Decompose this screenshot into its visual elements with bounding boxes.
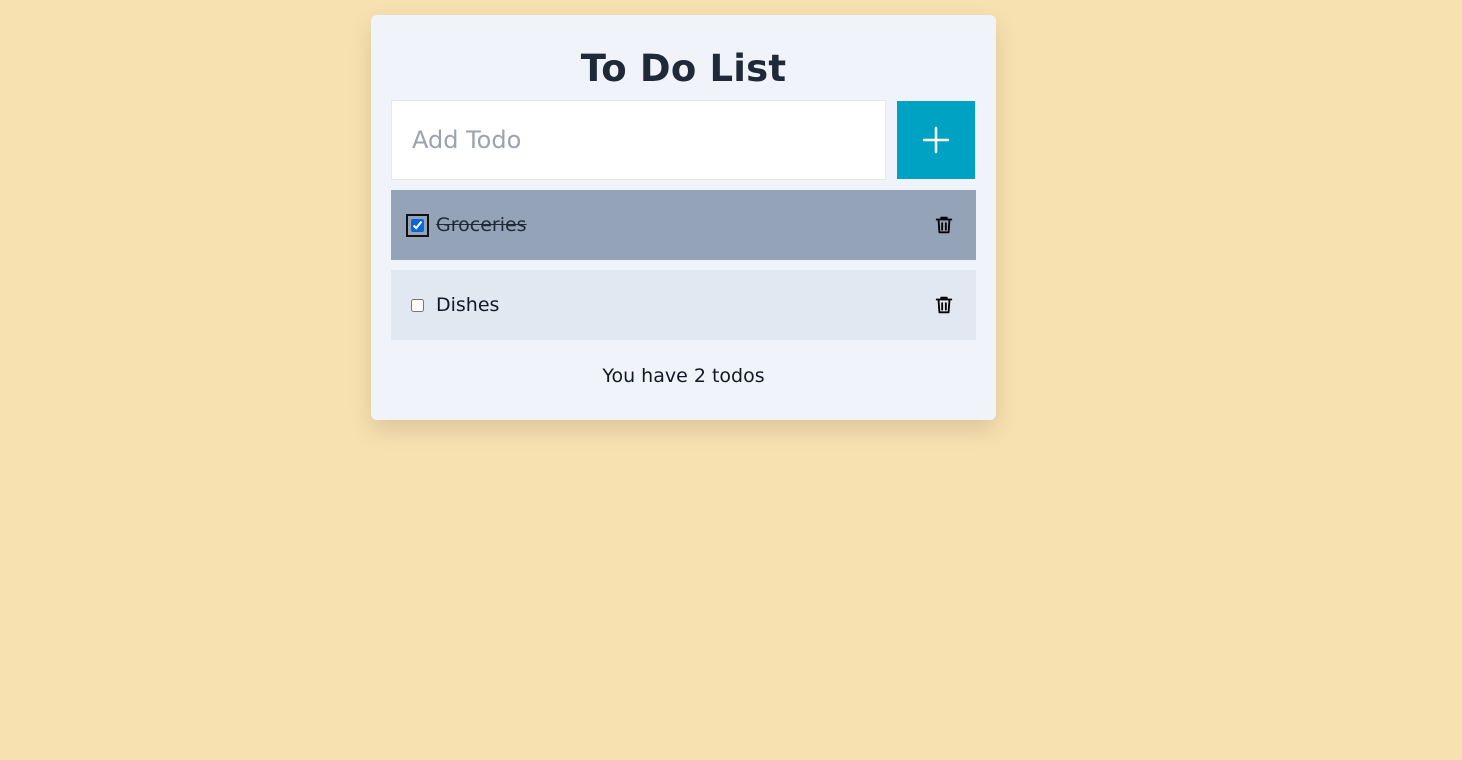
delete-todo-button[interactable]: [932, 213, 956, 237]
todo-item: Groceries: [391, 190, 976, 260]
todo-card: To Do List Groceries Dishes: [371, 15, 996, 420]
todo-label: Groceries: [436, 214, 527, 236]
todo-count-summary: You have 2 todos: [602, 365, 765, 387]
todo-input[interactable]: [391, 100, 886, 180]
trash-icon: [935, 216, 953, 234]
todo-item: Dishes: [391, 270, 976, 340]
add-todo-row: [391, 100, 976, 180]
delete-todo-button[interactable]: [932, 293, 956, 317]
plus-icon: [922, 126, 950, 154]
add-todo-button[interactable]: [897, 101, 975, 179]
trash-icon: [935, 296, 953, 314]
todo-list: Groceries Dishes: [391, 190, 976, 350]
todo-label: Dishes: [436, 294, 500, 316]
todo-checkbox[interactable]: [411, 298, 424, 312]
todo-checkbox[interactable]: [406, 213, 429, 237]
page-title: To Do List: [580, 47, 787, 90]
